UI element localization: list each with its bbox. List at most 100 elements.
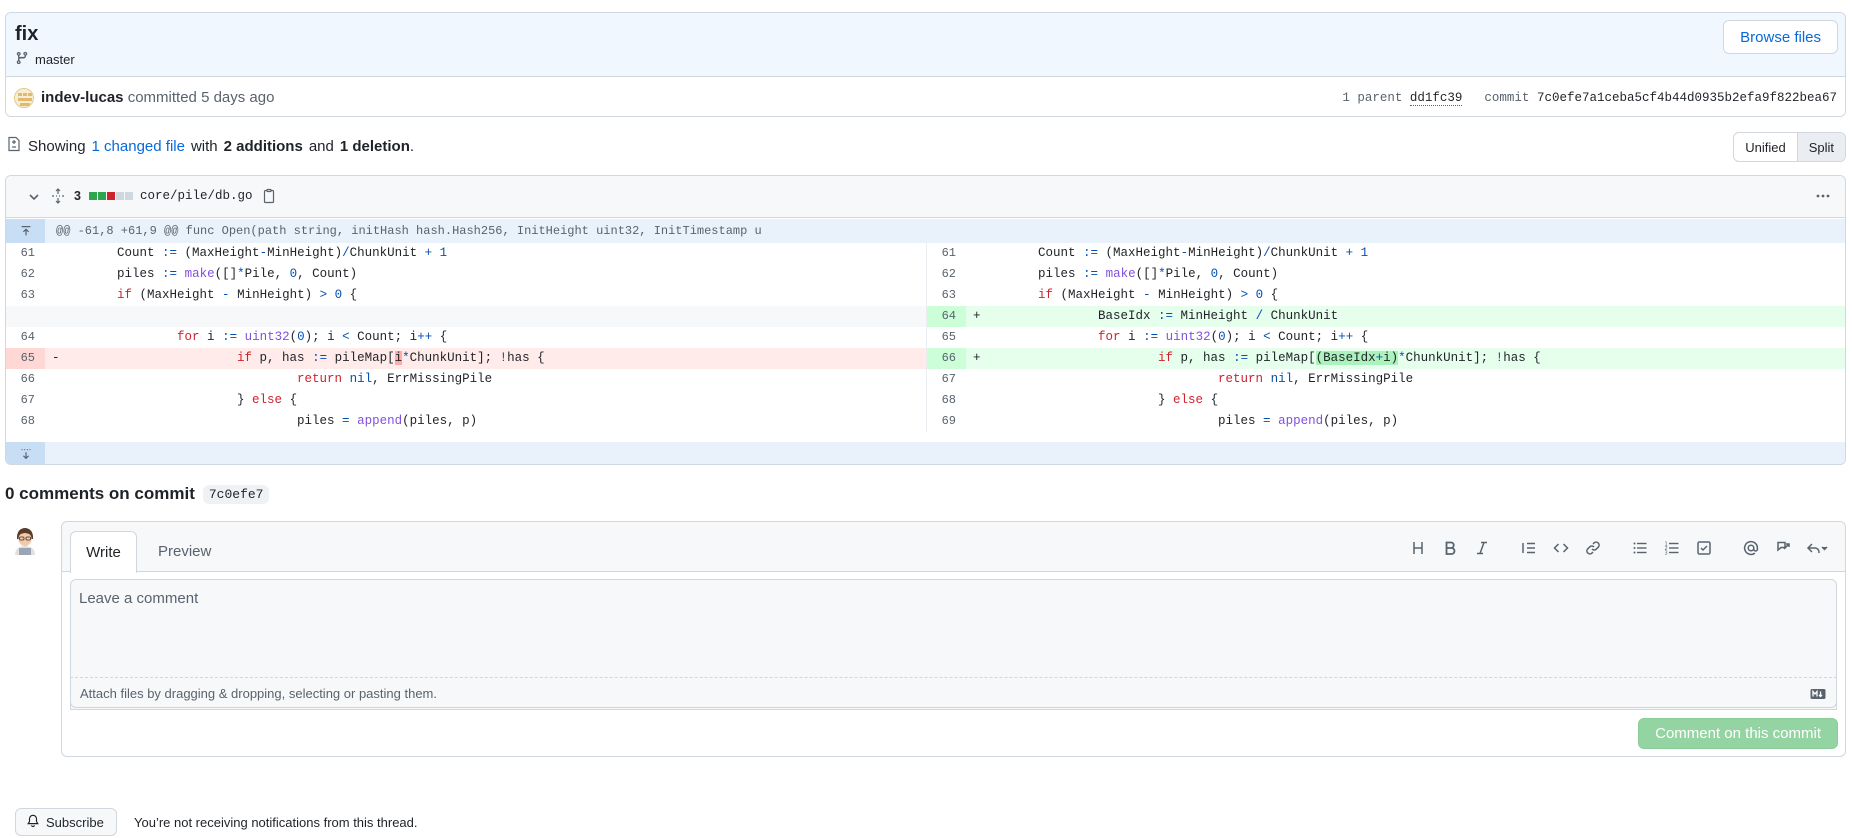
line-number[interactable]: 68	[927, 390, 966, 411]
line-number[interactable]: 61	[6, 243, 45, 264]
commit-header: fix master Browse files indev-lucas comm…	[5, 12, 1846, 117]
line-number[interactable]: 64	[6, 327, 45, 348]
diffstat-block	[107, 192, 115, 200]
kebab-horizontal-icon[interactable]	[1815, 188, 1831, 204]
line-number[interactable]: 65	[927, 327, 966, 348]
line-number[interactable]: 69	[927, 411, 966, 432]
code-icon[interactable]	[1545, 538, 1577, 558]
line-number[interactable]: 67	[927, 369, 966, 390]
tab-preview[interactable]: Preview	[158, 543, 211, 560]
expand-down-icon[interactable]	[6, 442, 45, 464]
line-number[interactable]: 62	[6, 264, 45, 285]
line-number[interactable]: 63	[927, 285, 966, 306]
diffstat-block	[89, 192, 97, 200]
code-line: return nil, ErrMissingPile	[297, 372, 493, 386]
code-line: if p, has := pileMap[i*ChunkUnit]; !has …	[237, 351, 545, 365]
diff-row: 64 for i := uint32(0); i < Count; i++ { …	[6, 327, 1845, 348]
chevron-down-icon[interactable]	[26, 189, 42, 205]
diff-row: 64 + BaseIdx := MinHeight / ChunkUnit	[6, 306, 1845, 327]
markdown-icon[interactable]	[1810, 686, 1826, 702]
commit-sha: 7c0efe7a1ceba5cf4b44d0935b2efa9f822bea67	[1536, 91, 1837, 105]
comment-placeholder: Leave a comment	[79, 590, 199, 607]
mention-icon[interactable]	[1735, 538, 1767, 558]
line-number	[6, 306, 45, 327]
diffstat-block	[116, 192, 124, 200]
italic-icon[interactable]	[1466, 538, 1498, 558]
line-number[interactable]: 67	[6, 390, 45, 411]
tab-write[interactable]: Write	[70, 531, 137, 573]
code-line: } else {	[57, 393, 298, 407]
expand-all-icon[interactable]	[50, 188, 66, 204]
bold-icon[interactable]	[1434, 538, 1466, 558]
expand-up-icon[interactable]	[6, 219, 45, 243]
copy-icon[interactable]	[261, 188, 277, 204]
commit-title-area: fix master Browse files	[6, 13, 1845, 77]
diff-view-toggle: Unified Split	[1733, 132, 1846, 162]
line-number[interactable]: 66	[6, 369, 45, 390]
file-change-count: 3	[74, 189, 81, 203]
code-line: } else {	[978, 393, 1219, 407]
commit-title: fix	[15, 23, 39, 45]
cross-reference-icon[interactable]	[1767, 538, 1799, 558]
comment-form: Write Preview 123 Leave a comment Attach…	[61, 521, 1846, 757]
code-line: return nil, ErrMissingPile	[1218, 372, 1414, 386]
user-avatar[interactable]	[10, 525, 40, 555]
author-line: indev-lucas committed 5 days ago	[41, 89, 274, 106]
line-number[interactable]: 66	[927, 348, 966, 369]
unified-view-button[interactable]: Unified	[1734, 133, 1796, 161]
code-line: for i := uint32(0); i < Count; i++ {	[1098, 330, 1369, 344]
branch-name: master	[35, 52, 75, 67]
attach-files-bar[interactable]: Attach files by dragging & dropping, sel…	[70, 677, 1837, 708]
comment-submit-button[interactable]: Comment on this commit	[1638, 718, 1838, 749]
commit-action: committed	[127, 89, 197, 106]
git-branch-icon	[15, 51, 29, 68]
summary-with: with	[190, 137, 218, 155]
markdown-toolbar: 123	[1402, 538, 1835, 558]
reply-icon[interactable]	[1799, 538, 1835, 558]
task-list-icon[interactable]	[1688, 538, 1720, 558]
line-number[interactable]: 62	[927, 264, 966, 285]
author-name[interactable]: indev-lucas	[41, 89, 124, 106]
comments-heading: 0 comments on commit 7c0efe7	[5, 484, 270, 504]
file-path[interactable]: core/pile/db.go	[140, 189, 253, 203]
branch-label[interactable]: master	[15, 51, 75, 68]
line-number[interactable]: 64	[927, 306, 966, 327]
diff-row: 68 piles = append(piles, p) 69 piles = a…	[6, 411, 1845, 432]
quote-icon[interactable]	[1513, 538, 1545, 558]
code-line: if (MaxHeight - MinHeight) > 0 {	[117, 288, 358, 302]
heading-icon[interactable]	[1402, 538, 1434, 558]
code-line: piles = append(piles, p)	[57, 414, 478, 428]
commit-parent-info: 1 parent dd1fc39 commit 7c0efe7a1ceba5cf…	[1342, 91, 1837, 106]
code-line: piles = append(piles, p)	[978, 414, 1399, 428]
link-icon[interactable]	[1577, 538, 1609, 558]
subscription-status: You’re not receiving notifications from …	[134, 815, 418, 830]
diffstat-bars	[89, 192, 133, 200]
unordered-list-icon[interactable]	[1624, 538, 1656, 558]
expand-bottom-row	[6, 442, 1845, 464]
subscribe-label: Subscribe	[46, 814, 104, 830]
comments-heading-text: 0 comments on commit	[5, 484, 195, 503]
code-line: if p, has := pileMap[(BaseIdx+i)*ChunkUn…	[1158, 351, 1541, 365]
diff-row: 61 Count := (MaxHeight-MinHeight)/ChunkU…	[6, 243, 1845, 264]
file-header: 3 core/pile/db.go	[6, 176, 1845, 218]
line-number[interactable]: 63	[6, 285, 45, 306]
additions-count: 2 additions	[223, 137, 303, 155]
diff-row: 63 if (MaxHeight - MinHeight) > 0 { 63 i…	[6, 285, 1845, 306]
line-number[interactable]: 65	[6, 348, 45, 369]
summary-period: .	[409, 137, 415, 155]
commit-sha-badge: 7c0efe7	[202, 484, 270, 504]
deletions-count: 1 deletion	[339, 137, 410, 155]
parent-sha-link[interactable]: dd1fc39	[1409, 91, 1463, 106]
author-avatar[interactable]	[14, 88, 34, 108]
commit-time: 5 days ago	[201, 89, 275, 106]
ordered-list-icon[interactable]: 123	[1656, 538, 1688, 558]
code-line: piles := make([]*Pile, 0, Count)	[978, 267, 1279, 281]
code-line: BaseIdx := MinHeight / ChunkUnit	[978, 309, 1339, 323]
subscribe-button[interactable]: Subscribe	[15, 808, 117, 836]
split-view-button[interactable]: Split	[1796, 133, 1845, 161]
svg-text:3: 3	[1665, 551, 1668, 557]
browse-files-button[interactable]: Browse files	[1723, 20, 1838, 54]
changed-files-link[interactable]: 1 changed file	[92, 138, 185, 155]
line-number[interactable]: 68	[6, 411, 45, 432]
line-number[interactable]: 61	[927, 243, 966, 264]
